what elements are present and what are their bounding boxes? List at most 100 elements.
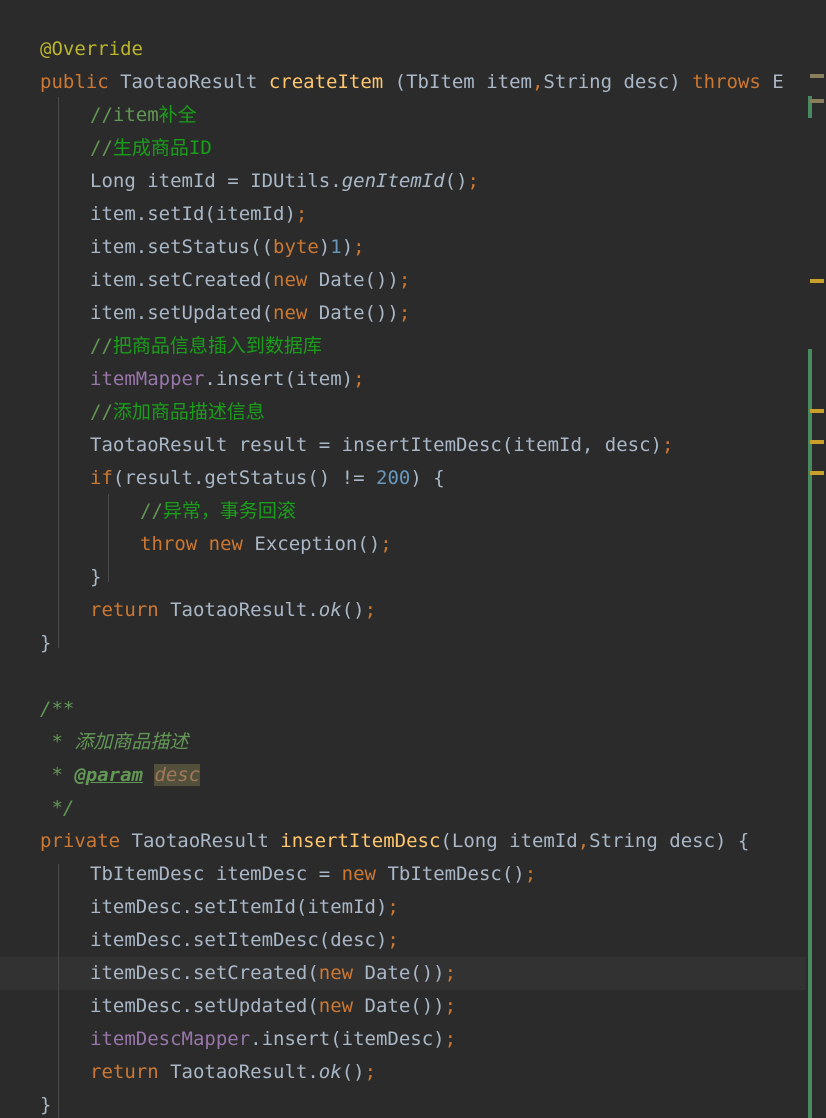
code-line[interactable]: } [0,627,806,660]
code-token: ; [387,929,399,951]
code-line[interactable] [0,660,806,693]
code-token: result = insertItemDesc(itemId, desc) [227,434,662,456]
code-token: Date()) [353,995,445,1017]
stripe-marker[interactable] [810,471,824,475]
code-text-area[interactable]: { @Overridepublic TaotaoResult createIte… [0,0,806,1118]
stripe-marker[interactable] [810,99,824,103]
code-line[interactable]: //添加商品描述信息 [0,396,806,429]
code-token: itemId = [135,170,251,192]
code-token: , [531,71,544,93]
code-line[interactable]: */ [0,792,806,825]
code-line-content: itemDescMapper.insert(itemDesc); [0,1023,806,1056]
code-line[interactable]: itemDescMapper.insert(itemDesc); [0,1023,806,1056]
code-token: item.setId(itemId) [90,203,296,225]
code-token: ( [383,71,407,93]
code-token: . [330,170,342,192]
code-line-content: item.setStatus((byte)1); [0,231,806,264]
code-editor[interactable]: { @Overridepublic TaotaoResult createIte… [0,0,826,1118]
code-token: @param [74,764,143,786]
code-token: } [90,566,102,588]
code-token: TbItemDesc [90,863,205,885]
code-line[interactable]: itemMapper.insert(item); [0,363,806,396]
code-token: ; [398,302,411,324]
code-line[interactable]: item.setId(itemId); [0,198,806,231]
code-token: 补全 [158,104,197,126]
code-line-content: return TaotaoResult.ok(); [0,594,806,627]
code-token: ok [318,1061,342,1083]
code-line[interactable]: //把商品信息插入到数据库 [0,330,806,363]
code-line[interactable]: /** [0,693,806,726]
code-token: () [444,170,468,192]
code-line-content: item.setCreated(new Date()); [0,264,806,297]
code-line[interactable]: //item补全 [0,99,806,132]
code-line[interactable]: * @param desc [0,759,806,792]
code-token: itemMapper [90,368,205,390]
code-token: throws [692,71,761,93]
code-line[interactable]: item.setStatus((byte)1); [0,231,806,264]
code-line-content: //异常，事务回滚 [0,495,806,528]
code-line-content: //添加商品描述信息 [0,396,806,429]
code-line[interactable]: TaotaoResult result = insertItemDesc(ite… [0,429,806,462]
code-line[interactable]: return TaotaoResult.ok(); [0,594,806,627]
code-token: item.setStatus(( [90,236,274,258]
stripe-marker[interactable] [810,440,824,444]
code-line[interactable]: itemDesc.setItemDesc(desc); [0,924,806,957]
code-line[interactable] [0,0,806,33]
code-token: ; [364,1061,377,1083]
code-token: E [760,71,784,93]
code-line-content [0,0,806,33]
code-line[interactable]: } [0,1089,806,1118]
code-token: createItem [268,71,384,93]
stripe-marker[interactable] [810,279,824,283]
stripe-marker[interactable] [810,74,824,78]
code-line[interactable]: itemDesc.setUpdated(new Date()); [0,990,806,1023]
code-line[interactable]: Long itemId = IDUtils.genItemId(); [0,165,806,198]
code-token: return [90,1061,159,1083]
code-line-content: item.setId(itemId); [0,198,806,231]
code-token: itemDesc.setItemDesc(desc) [90,929,388,951]
code-token: ( [440,830,452,852]
code-line[interactable]: item.setUpdated(new Date()); [0,297,806,330]
marker-stripe[interactable] [806,0,826,1118]
code-line[interactable]: public TaotaoResult createItem (TbItem i… [0,66,806,99]
code-line-content [0,660,806,693]
code-line[interactable]: @Override [0,33,806,66]
code-token: String [589,830,658,852]
code-line-content: //把商品信息插入到数据库 [0,330,806,363]
code-token: (result.getStatus() != [112,467,376,489]
stripe-marker[interactable] [810,409,824,413]
code-token: /** [40,698,75,720]
code-token: 1 [330,236,342,258]
code-line[interactable]: //生成商品ID [0,132,806,165]
code-line[interactable]: return TaotaoResult.ok(); [0,1056,806,1089]
code-token: Date()) [307,302,399,324]
code-token: throw [140,533,198,555]
code-token: desc) [612,71,693,93]
code-line[interactable]: private TaotaoResult insertItemDesc(Long… [0,825,806,858]
code-line[interactable]: throw new Exception(); [0,528,806,561]
vcs-change-bar[interactable] [808,349,812,1118]
code-line[interactable]: //异常，事务回滚 [0,495,806,528]
code-token: } [40,1094,52,1116]
code-line[interactable]: if(result.getStatus() != 200) { [0,462,806,495]
code-line-content: //生成商品ID [0,132,806,165]
code-line-content: */ [0,792,806,825]
code-token: ; [364,599,377,621]
code-line[interactable]: item.setCreated(new Date()); [0,264,806,297]
code-line-content: itemDesc.setItemDesc(desc); [0,924,806,957]
code-line-content: /** [0,693,806,726]
code-token: item.setCreated( [90,269,274,291]
code-line[interactable]: } [0,561,806,594]
code-token: itemId [497,830,578,852]
code-line[interactable]: TbItemDesc itemDesc = new TbItemDesc(); [0,858,806,891]
code-line[interactable]: * 添加商品描述 [0,726,806,759]
code-line[interactable]: itemDesc.setItemId(itemId); [0,891,806,924]
code-line[interactable]: itemDesc.setCreated(new Date()); [0,957,806,990]
code-token: 添加商品描述信息 [112,401,265,423]
code-token: .insert(item) [204,368,354,390]
code-lines[interactable]: @Override public TaotaoResult createItem … [0,0,806,1118]
